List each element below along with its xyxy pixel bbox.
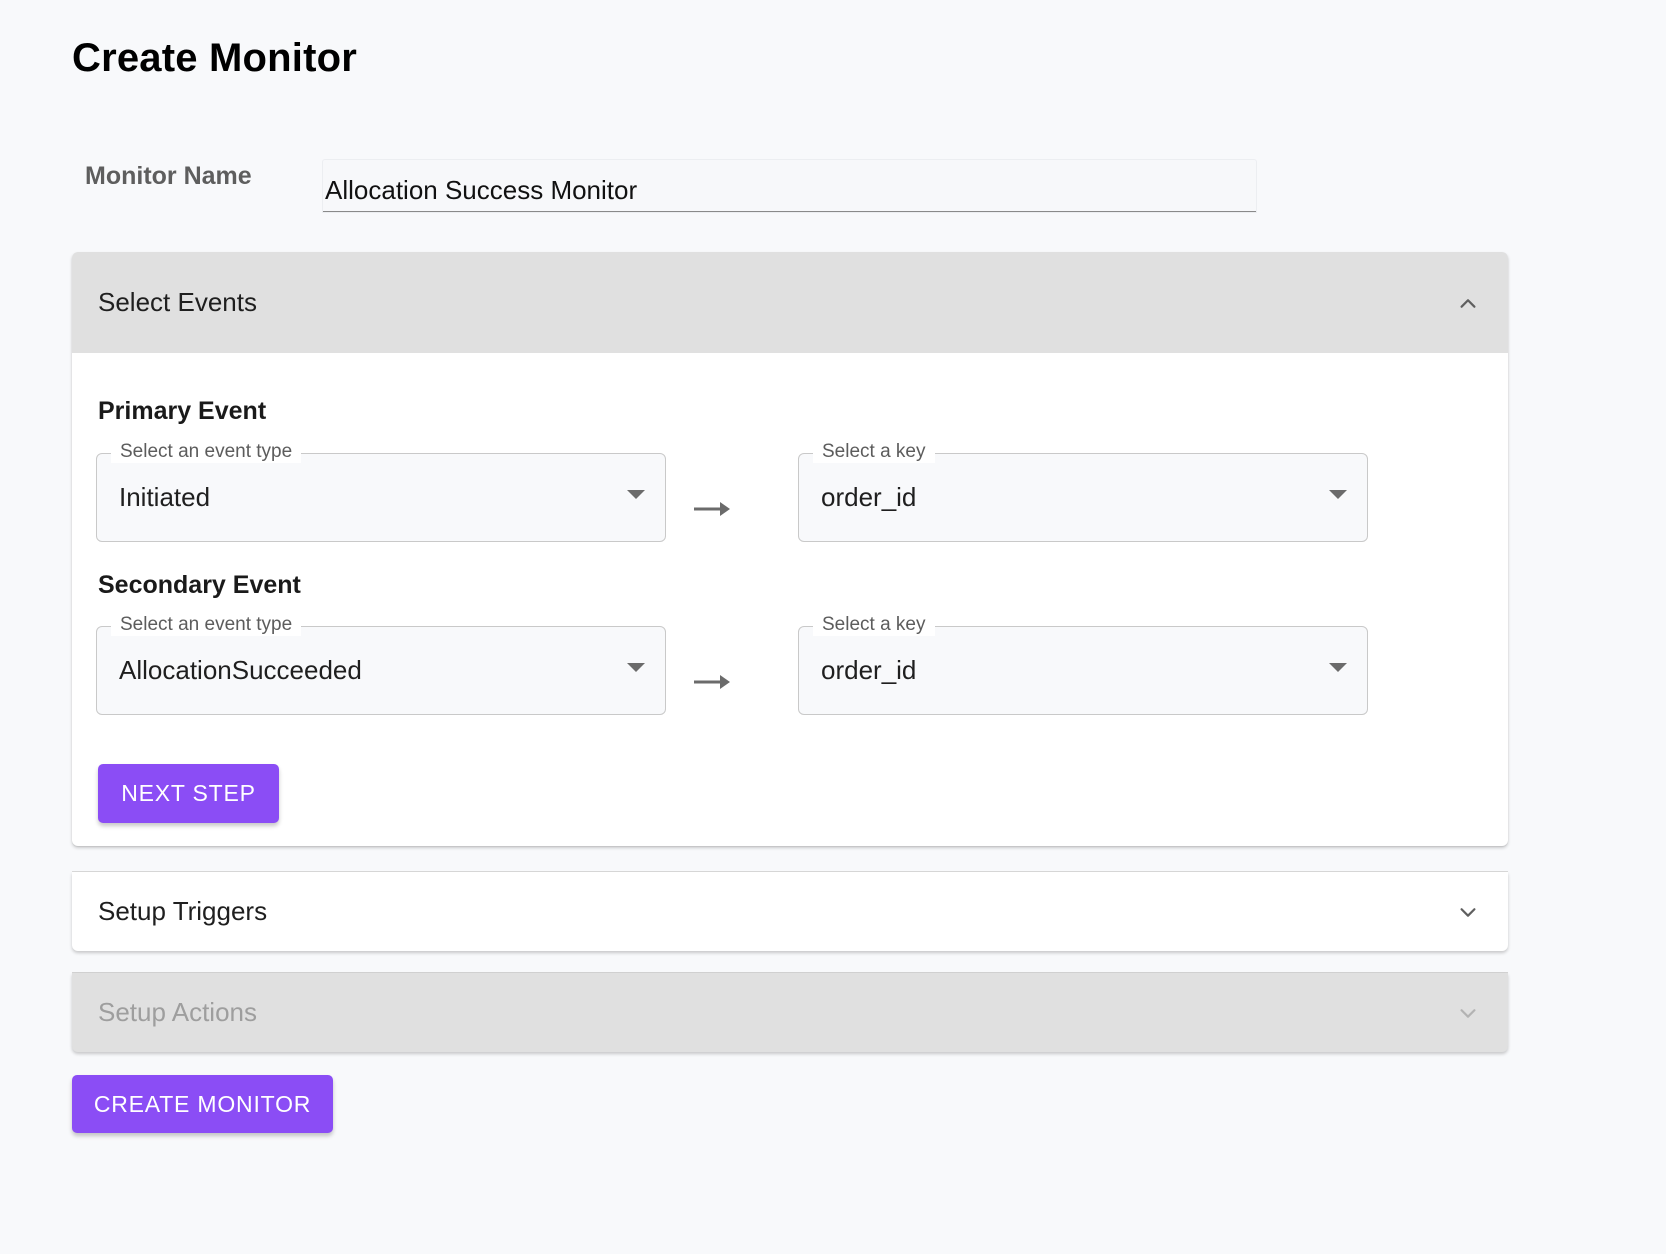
- caret-down-icon: [627, 663, 645, 672]
- primary-event-type-value: Initiated: [119, 482, 211, 512]
- caret-down-icon: [1329, 663, 1347, 672]
- chevron-down-icon: [1454, 999, 1482, 1027]
- secondary-event-type-value: AllocationSucceeded: [119, 655, 362, 685]
- setup-triggers-title: Setup Triggers: [98, 896, 268, 926]
- select-events-header[interactable]: Select Events: [72, 252, 1508, 353]
- monitor-name-label: Monitor Name: [85, 162, 252, 190]
- monitor-name-input[interactable]: [323, 160, 1256, 212]
- primary-key-label: Select a key: [813, 441, 935, 463]
- primary-event-type-label: Select an event type: [111, 441, 302, 463]
- setup-triggers-header[interactable]: Setup Triggers: [72, 872, 1508, 951]
- chevron-down-icon[interactable]: [1454, 898, 1482, 926]
- create-monitor-button[interactable]: CREATE MONITOR: [72, 1075, 333, 1133]
- primary-event-type-select[interactable]: Select an event type Initiated: [96, 441, 666, 542]
- secondary-event-heading: Secondary Event: [98, 571, 301, 599]
- secondary-event-type-label: Select an event type: [111, 614, 302, 636]
- select-events-body: Primary Event Select an event type Initi…: [72, 353, 1508, 846]
- arrow-right-icon: [694, 675, 730, 689]
- secondary-key-label: Select a key: [813, 614, 935, 636]
- primary-key-select[interactable]: Select a key order_id: [798, 441, 1368, 542]
- chevron-up-icon[interactable]: [1454, 289, 1482, 317]
- secondary-key-select[interactable]: Select a key order_id: [798, 614, 1368, 715]
- setup-actions-header: Setup Actions: [72, 973, 1508, 1052]
- setup-actions-accordion: Setup Actions: [72, 973, 1508, 1052]
- setup-triggers-accordion: Setup Triggers: [72, 872, 1508, 951]
- primary-key-value: order_id: [821, 482, 917, 512]
- setup-actions-title: Setup Actions: [98, 997, 257, 1027]
- select-events-title: Select Events: [98, 287, 257, 317]
- arrow-right-icon: [694, 502, 730, 516]
- secondary-event-type-select[interactable]: Select an event type AllocationSucceeded: [96, 614, 666, 715]
- select-events-accordion: Select Events Primary Event Select an ev…: [72, 252, 1508, 846]
- page-title: Create Monitor: [72, 36, 358, 80]
- caret-down-icon: [1329, 490, 1347, 499]
- secondary-key-value: order_id: [821, 655, 917, 685]
- primary-event-heading: Primary Event: [98, 397, 267, 425]
- next-step-button[interactable]: NEXT STEP: [98, 764, 279, 823]
- caret-down-icon: [627, 490, 645, 499]
